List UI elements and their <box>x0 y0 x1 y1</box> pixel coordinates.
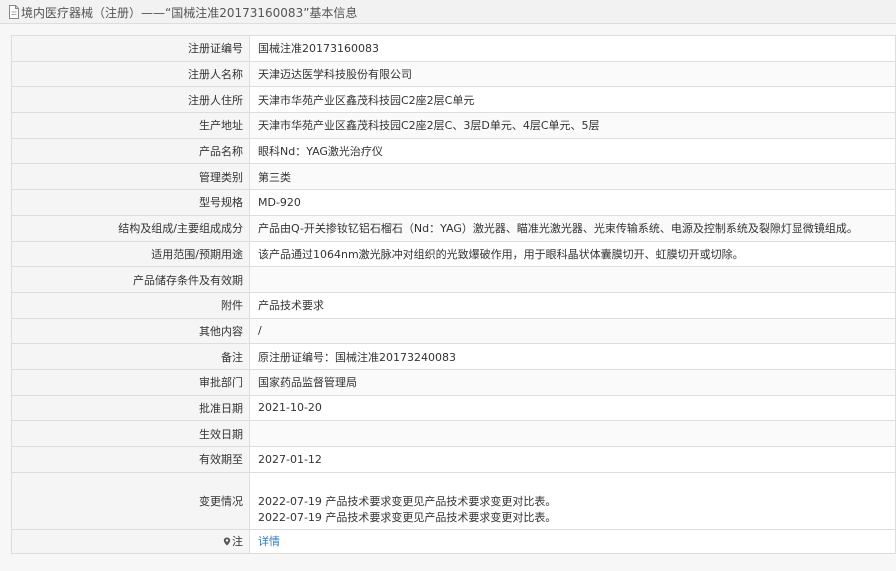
changes-row: 变更情况 2022-07-19 产品技术要求变更见产品技术要求变更对比表。 2022… <box>11 471 896 530</box>
field-label: 产品储存条件及有效期 <box>11 266 250 293</box>
info-row: 产品储存条件及有效期 <box>11 266 896 293</box>
field-label: 附件 <box>11 291 250 319</box>
field-value: 天津迈达医学科技股份有限公司 <box>249 60 896 88</box>
field-label: 产品名称 <box>11 137 250 165</box>
field-value: 天津市华苑产业区鑫茂科技园C2座2层C、3层D单元、4层C单元、5层 <box>249 112 896 139</box>
field-value <box>249 420 896 447</box>
field-label: 注册人名称 <box>11 60 250 88</box>
field-label: 生产地址 <box>11 112 250 139</box>
field-label: 适用范围/预期用途 <box>11 240 250 268</box>
pin-icon <box>223 537 231 546</box>
field-label: 型号规格 <box>11 189 250 216</box>
field-value: 国械注准20173160083 <box>249 35 896 62</box>
info-row: 注册人名称 天津迈达医学科技股份有限公司 <box>11 60 896 88</box>
page-title: 境内医疗器械（注册）——“国械注准20173160083”基本信息 <box>21 5 358 20</box>
field-label: 备注 <box>11 343 250 370</box>
field-label: 审批部门 <box>11 368 250 396</box>
page-header: 境内医疗器械（注册）——“国械注准20173160083”基本信息 <box>0 0 896 24</box>
field-value: 眼科Nd：YAG激光治疗仪 <box>249 137 896 165</box>
info-table-body: 注册证编号 国械注准20173160083 注册人名称 天津迈达医学科技股份有限公司注… <box>11 35 896 554</box>
info-row: 批准日期 2021-10-20 <box>11 394 896 422</box>
changes-value: 2022-07-19 产品技术要求变更见产品技术要求变更对比表。 2022-07-… <box>249 471 896 530</box>
field-value: 产品由Q-开关掺钕钇铝石榴石（Nd：YAG）激光器、瞄准光激光器、光束传输系统、… <box>249 214 896 242</box>
changes-label: 变更情况 <box>11 471 250 530</box>
field-value: 该产品通过1064nm激光脉冲对组织的光致爆破作用，用于眼科晶状体囊膜切开、虹膜… <box>249 240 896 268</box>
info-row: 结构及组成/主要组成成分 产品由Q-开关掺钕钇铝石榴石（Nd：YAG）激光器、瞄准… <box>11 214 896 242</box>
field-value: 2021-10-20 <box>249 394 896 422</box>
info-row: 注册证编号 国械注准20173160083 <box>11 35 896 62</box>
info-row: 有效期至 2027-01-12 <box>11 446 896 473</box>
field-label: 注册证编号 <box>11 35 250 62</box>
details-link[interactable]: 详情 <box>258 535 280 548</box>
change-entry: 2022-07-19 产品技术要求变更见产品技术要求变更对比表。 <box>258 494 557 508</box>
info-row: 生产地址 天津市华苑产业区鑫茂科技园C2座2层C、3层D单元、4层C单元、5层 <box>11 112 896 139</box>
field-value: 原注册证编号：国械注准20173240083 <box>249 343 896 370</box>
field-value: 产品技术要求 <box>249 291 896 319</box>
note-label-cell: 注 <box>11 528 250 554</box>
field-label: 管理类别 <box>11 163 250 191</box>
field-label: 其他内容 <box>11 317 250 345</box>
info-row: 备注 原注册证编号：国械注准20173240083 <box>11 343 896 370</box>
field-value: / <box>249 317 896 345</box>
note-row: 注 详情 <box>11 528 896 554</box>
note-value-cell: 详情 <box>249 528 896 554</box>
field-label: 有效期至 <box>11 446 250 473</box>
field-label: 注册人住所 <box>11 86 250 114</box>
field-value: 第三类 <box>249 163 896 191</box>
info-row: 附件 产品技术要求 <box>11 291 896 319</box>
field-value: 天津市华苑产业区鑫茂科技园C2座2层C单元 <box>249 86 896 114</box>
change-entry: 2022-07-19 产品技术要求变更见产品技术要求变更对比表。 <box>258 510 557 524</box>
info-row: 管理类别 第三类 <box>11 163 896 191</box>
field-label: 批准日期 <box>11 394 250 422</box>
info-row: 审批部门 国家药品监督管理局 <box>11 368 896 396</box>
header-title-wrap: 境内医疗器械（注册）——“国械注准20173160083”基本信息 <box>8 4 357 20</box>
document-icon <box>9 5 19 19</box>
registration-info-table: 注册证编号 国械注准20173160083 注册人名称 天津迈达医学科技股份有限公司注… <box>11 35 896 554</box>
info-row: 型号规格 MD-920 <box>11 189 896 216</box>
field-label: 生效日期 <box>11 420 250 447</box>
info-row: 适用范围/预期用途 该产品通过1064nm激光脉冲对组织的光致爆破作用，用于眼科晶… <box>11 240 896 268</box>
field-value: 国家药品监督管理局 <box>249 368 896 396</box>
field-value: 2027-01-12 <box>249 446 896 473</box>
field-label: 结构及组成/主要组成成分 <box>11 214 250 242</box>
note-label: 注 <box>232 535 243 549</box>
field-value: MD-920 <box>249 189 896 216</box>
info-row: 其他内容 / <box>11 317 896 345</box>
info-row: 注册人住所 天津市华苑产业区鑫茂科技园C2座2层C单元 <box>11 86 896 114</box>
info-row: 生效日期 <box>11 420 896 447</box>
info-row: 产品名称 眼科Nd：YAG激光治疗仪 <box>11 137 896 165</box>
field-value <box>249 266 896 293</box>
